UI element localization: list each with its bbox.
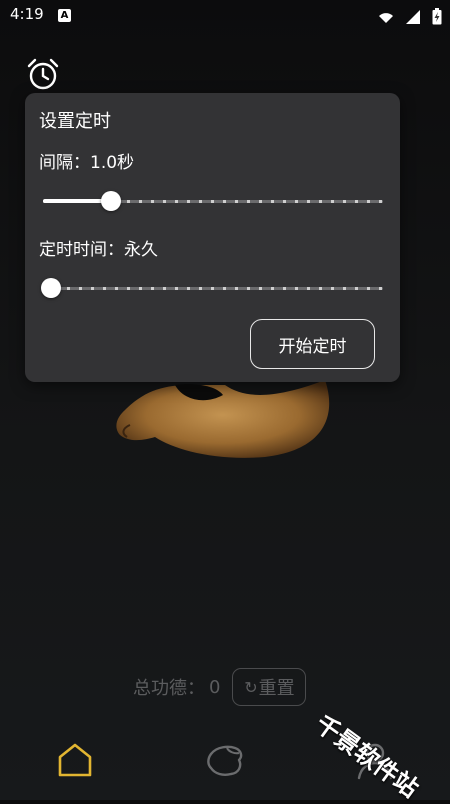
start-timer-button[interactable]: 开始定时: [250, 319, 375, 369]
dialog-title: 设置定时: [39, 111, 111, 132]
battery-icon: [432, 8, 442, 25]
status-time: 4:19: [10, 5, 44, 23]
nav-home[interactable]: [55, 740, 95, 780]
duration-slider-track[interactable]: [43, 287, 383, 290]
merit-row: 总功德： 0 ↻ 重置: [133, 668, 307, 706]
notification-icon: A: [58, 9, 71, 22]
reset-button[interactable]: ↻ 重置: [232, 668, 307, 706]
alarm-clock-icon[interactable]: [26, 57, 60, 91]
home-icon: [58, 743, 92, 777]
cellular-icon: [405, 9, 420, 24]
refresh-icon: ↻: [244, 677, 258, 697]
timer-dialog: 设置定时 间隔：1.0秒 定时时间：永久 开始定时: [25, 93, 400, 382]
status-bar: 4:19 A: [0, 0, 450, 32]
status-icons: [372, 6, 442, 25]
signal-dot-icon: [378, 12, 393, 23]
interval-slider-thumb[interactable]: [101, 191, 121, 211]
reset-label: 重置: [258, 678, 295, 699]
nav-fish[interactable]: [205, 740, 245, 780]
interval-label: 间隔：1.0秒: [39, 153, 135, 173]
merit-label: 总功德：: [133, 678, 205, 699]
merit-value: 0: [209, 676, 221, 698]
fish-icon: [207, 745, 243, 776]
duration-slider[interactable]: [41, 278, 383, 298]
interval-slider[interactable]: [43, 191, 383, 211]
duration-label: 定时时间：永久: [39, 240, 158, 260]
duration-slider-thumb[interactable]: [41, 278, 61, 298]
